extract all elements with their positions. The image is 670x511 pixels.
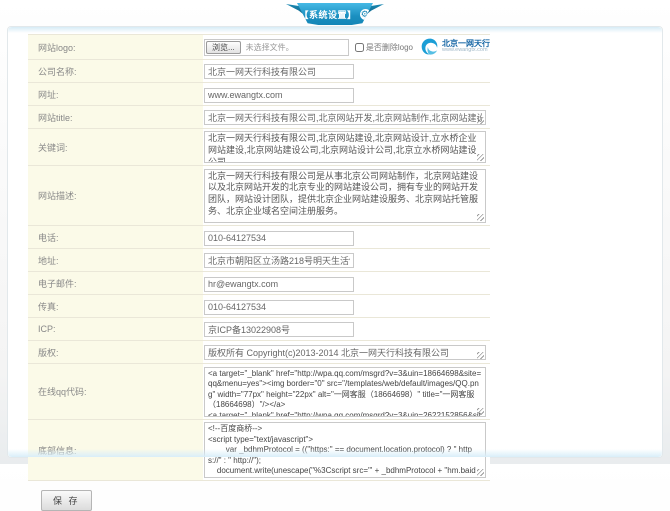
form-row-email: 电子邮件: <box>28 272 490 295</box>
company-name-input[interactable] <box>204 64 354 79</box>
form-row-site-title: 网站title: <box>28 106 490 129</box>
form-row-footer-info: 底部信息: <!--百度商桥--> <script type="text/jav… <box>28 420 490 481</box>
field-label: 网址: <box>28 83 203 106</box>
form-row-phone: 电话: <box>28 226 490 249</box>
company-logo: 北京一网天行 www.ewangtx.com <box>420 37 490 57</box>
form-row-icp: ICP: <box>28 318 490 341</box>
page-title: 【系统设置】 ⚙ <box>297 3 373 25</box>
form-row-website-url: 网址: <box>28 83 490 106</box>
form-row-keywords: 关键词: 北京一网天行科技有限公司,北京网站建设,北京网站设计,立水桥企业网站建… <box>28 129 490 166</box>
delete-logo-checkbox[interactable] <box>355 43 364 52</box>
site-title-input[interactable] <box>204 110 486 125</box>
delete-logo-label: 是否删除logo <box>366 42 413 53</box>
field-label: 在线qq代码: <box>28 364 203 420</box>
no-file-text: 未选择文件。 <box>246 42 294 53</box>
icp-input[interactable] <box>204 322 354 337</box>
field-label: 传真: <box>28 295 203 318</box>
fax-input[interactable] <box>204 300 354 315</box>
settings-form: 网站logo: 浏览... 未选择文件。 是否删除logo <box>28 34 490 481</box>
field-label: 网站描述: <box>28 166 203 226</box>
logo-swirl-icon <box>420 37 440 57</box>
form-row-company-name: 公司名称: <box>28 60 490 83</box>
logo-file-input[interactable]: 浏览... 未选择文件。 <box>204 39 349 56</box>
site-description-textarea[interactable]: 北京一网天行科技有限公司是从事北京公司网站制作，北京网站建设以及北京网站开发的北… <box>204 169 486 223</box>
form-row-qq-code: 在线qq代码: <a target="_blank" href="http://… <box>28 364 490 420</box>
settings-panel: 网站logo: 浏览... 未选择文件。 是否删除logo <box>7 26 663 458</box>
browse-button[interactable]: 浏览... <box>206 41 241 54</box>
form-row-address: 地址: <box>28 249 490 272</box>
field-label: 网站logo: <box>28 35 203 60</box>
field-label: 版权: <box>28 341 203 364</box>
logo-url-text: www.ewangtx.com <box>442 48 490 54</box>
form-row-logo: 网站logo: 浏览... 未选择文件。 是否删除logo <box>28 35 490 60</box>
website-url-input[interactable] <box>204 88 354 103</box>
email-input[interactable] <box>204 277 354 292</box>
field-label: ICP: <box>28 318 203 341</box>
field-label: 电子邮件: <box>28 272 203 295</box>
form-row-site-description: 网站描述: 北京一网天行科技有限公司是从事北京公司网站制作，北京网站建设以及北京… <box>28 166 490 226</box>
field-label: 底部信息: <box>28 420 203 481</box>
phone-input[interactable] <box>204 231 354 246</box>
copyright-input[interactable] <box>204 345 486 360</box>
gear-icon[interactable]: ⚙ <box>360 9 371 20</box>
page-title-text: 【系统设置】 <box>299 8 356 21</box>
field-label: 网站title: <box>28 106 203 129</box>
field-label: 公司名称: <box>28 60 203 83</box>
field-label: 关键词: <box>28 129 203 166</box>
field-label: 地址: <box>28 249 203 272</box>
page-title-ribbon: 【系统设置】 ⚙ <box>286 3 384 25</box>
footer-info-textarea[interactable]: <!--百度商桥--> <script type="text/javascrip… <box>204 422 486 478</box>
field-label: 电话: <box>28 226 203 249</box>
form-row-fax: 传真: <box>28 295 490 318</box>
save-button[interactable]: 保 存 <box>41 490 92 511</box>
keywords-textarea[interactable]: 北京一网天行科技有限公司,北京网站建设,北京网站设计,立水桥企业网站建设,北京网… <box>204 131 486 163</box>
qq-code-textarea[interactable]: <a target="_blank" href="http://wpa.qq.c… <box>204 367 486 417</box>
address-input[interactable] <box>204 253 354 268</box>
form-row-copyright: 版权: <box>28 341 490 364</box>
